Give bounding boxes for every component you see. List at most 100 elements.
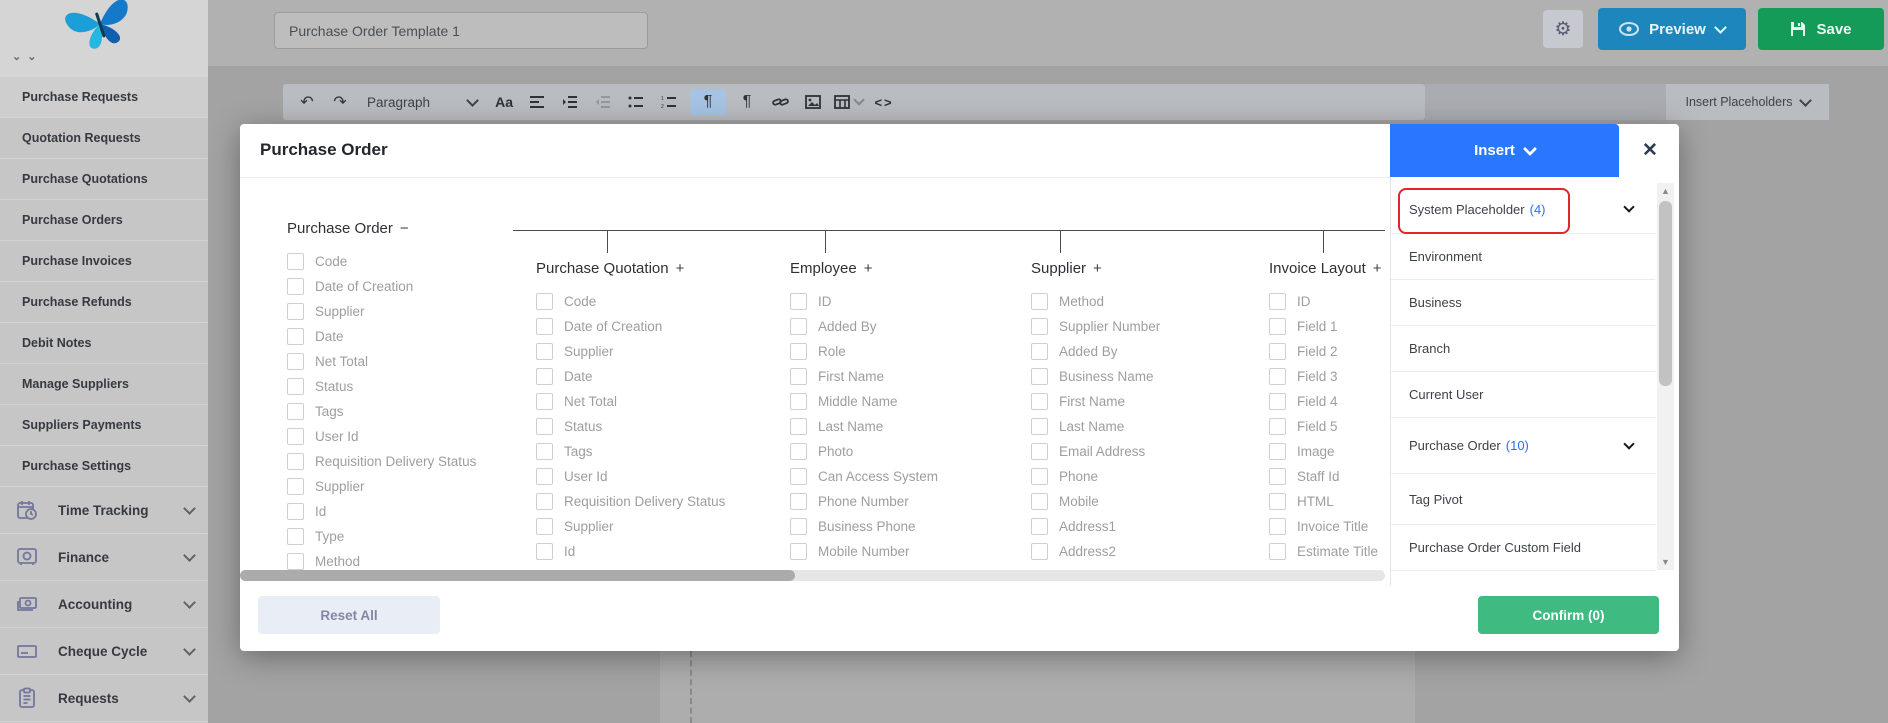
field-checkbox[interactable]: [790, 493, 807, 510]
panel-item-purchase-order-custom-field[interactable]: Purchase Order Custom Field: [1391, 525, 1655, 571]
field-checkbox[interactable]: [1269, 343, 1286, 360]
tree-column-heading[interactable]: Supplier+: [1031, 260, 1160, 277]
sidebar-group-requests[interactable]: Requests: [0, 675, 208, 722]
sidebar-item-debit-notes[interactable]: Debit Notes: [0, 323, 208, 364]
sidebar-item-purchase-settings[interactable]: Purchase Settings: [0, 446, 208, 487]
panel-item-purchase-order[interactable]: Purchase Order(10): [1391, 418, 1655, 474]
field-checkbox[interactable]: [790, 468, 807, 485]
reset-all-button[interactable]: Reset All: [258, 596, 440, 634]
field-checkbox[interactable]: [1031, 418, 1048, 435]
field-checkbox[interactable]: [287, 503, 304, 520]
insert-placeholders-button[interactable]: Insert Placeholders: [1666, 84, 1829, 120]
field-checkbox[interactable]: [1269, 318, 1286, 335]
field-checkbox[interactable]: [1031, 543, 1048, 560]
sidebar-group-finance[interactable]: Finance: [0, 534, 208, 581]
field-checkbox[interactable]: [1031, 393, 1048, 410]
toggle-icon[interactable]: +: [1373, 260, 1382, 277]
tree-column-heading[interactable]: Purchase Order−: [287, 220, 476, 237]
settings-button[interactable]: ⚙: [1543, 10, 1583, 48]
outdent-icon[interactable]: [591, 89, 615, 115]
sidebar-group-accounting[interactable]: Accounting: [0, 581, 208, 628]
panel-item-environment[interactable]: Environment: [1391, 234, 1655, 280]
field-checkbox[interactable]: [287, 253, 304, 270]
vertical-scrollbar-thumb[interactable]: [1659, 201, 1672, 386]
sidebar-item-purchase-orders[interactable]: Purchase Orders: [0, 200, 208, 241]
panel-item-system-placeholder[interactable]: System Placeholder(4): [1391, 185, 1655, 234]
field-checkbox[interactable]: [287, 353, 304, 370]
field-checkbox[interactable]: [536, 443, 553, 460]
field-checkbox[interactable]: [287, 328, 304, 345]
field-checkbox[interactable]: [1031, 368, 1048, 385]
field-checkbox[interactable]: [536, 393, 553, 410]
scroll-up-icon[interactable]: ▲: [1657, 183, 1674, 199]
code-icon[interactable]: <>: [872, 89, 896, 115]
field-checkbox[interactable]: [790, 418, 807, 435]
save-button[interactable]: Save: [1758, 8, 1884, 50]
field-checkbox[interactable]: [1031, 468, 1048, 485]
tree-column-heading[interactable]: Purchase Quotation+: [536, 260, 725, 277]
field-checkbox[interactable]: [1031, 293, 1048, 310]
field-checkbox[interactable]: [287, 303, 304, 320]
vertical-scrollbar[interactable]: ▲ ▼: [1657, 183, 1674, 570]
field-checkbox[interactable]: [1269, 443, 1286, 460]
field-checkbox[interactable]: [536, 368, 553, 385]
pilcrow-icon[interactable]: ¶: [735, 89, 759, 115]
template-name-input[interactable]: [274, 12, 648, 49]
sidebar-item-quotation-requests[interactable]: Quotation Requests: [0, 118, 208, 159]
field-checkbox[interactable]: [287, 378, 304, 395]
sidebar-item-purchase-invoices[interactable]: Purchase Invoices: [0, 241, 208, 282]
field-checkbox[interactable]: [536, 468, 553, 485]
sidebar-collapse-icons[interactable]: ⌄⌄: [12, 50, 42, 63]
field-checkbox[interactable]: [536, 343, 553, 360]
field-checkbox[interactable]: [287, 403, 304, 420]
image-icon[interactable]: [801, 89, 825, 115]
toggle-icon[interactable]: −: [400, 220, 409, 237]
field-checkbox[interactable]: [1269, 293, 1286, 310]
horizontal-scrollbar[interactable]: [240, 570, 1385, 581]
field-checkbox[interactable]: [536, 318, 553, 335]
field-checkbox[interactable]: [287, 478, 304, 495]
field-checkbox[interactable]: [536, 418, 553, 435]
field-checkbox[interactable]: [536, 543, 553, 560]
field-checkbox[interactable]: [287, 528, 304, 545]
paragraph-style-dropdown[interactable]: Paragraph: [361, 95, 483, 110]
redo-icon[interactable]: ↷: [328, 89, 352, 115]
sidebar-item-purchase-requests[interactable]: Purchase Requests: [0, 77, 208, 118]
field-checkbox[interactable]: [1269, 468, 1286, 485]
field-checkbox[interactable]: [536, 493, 553, 510]
field-checkbox[interactable]: [1269, 518, 1286, 535]
field-checkbox[interactable]: [536, 293, 553, 310]
field-checkbox[interactable]: [1269, 368, 1286, 385]
field-checkbox[interactable]: [1269, 493, 1286, 510]
sidebar-group-cheque-cycle[interactable]: Cheque Cycle: [0, 628, 208, 675]
field-checkbox[interactable]: [1031, 343, 1048, 360]
field-checkbox[interactable]: [790, 518, 807, 535]
field-checkbox[interactable]: [790, 293, 807, 310]
confirm-button[interactable]: Confirm (0): [1478, 596, 1659, 634]
panel-item-current-user[interactable]: Current User: [1391, 372, 1655, 418]
field-checkbox[interactable]: [790, 393, 807, 410]
toggle-icon[interactable]: +: [676, 260, 685, 277]
panel-item-tag-pivot[interactable]: Tag Pivot: [1391, 474, 1655, 525]
field-checkbox[interactable]: [287, 453, 304, 470]
tree-column-heading[interactable]: Employee+: [790, 260, 938, 277]
paragraph-rtl-icon[interactable]: ¶: [690, 89, 726, 115]
link-icon[interactable]: [768, 89, 792, 115]
table-icon[interactable]: [834, 89, 863, 115]
toggle-icon[interactable]: +: [1093, 260, 1102, 277]
panel-item-branch[interactable]: Branch: [1391, 326, 1655, 372]
panel-item-business[interactable]: Business: [1391, 280, 1655, 326]
field-checkbox[interactable]: [790, 318, 807, 335]
bullet-list-icon[interactable]: [624, 89, 648, 115]
sidebar-group-time-tracking[interactable]: Time Tracking: [0, 487, 208, 534]
ordered-list-icon[interactable]: 12: [657, 89, 681, 115]
tree-column-heading[interactable]: Invoice Layout+: [1269, 260, 1390, 277]
field-checkbox[interactable]: [287, 278, 304, 295]
sidebar-item-manage-suppliers[interactable]: Manage Suppliers: [0, 364, 208, 405]
field-checkbox[interactable]: [790, 543, 807, 560]
scroll-down-icon[interactable]: ▼: [1657, 554, 1674, 570]
align-left-icon[interactable]: [525, 89, 549, 115]
font-size-icon[interactable]: Aa: [492, 89, 516, 115]
field-checkbox[interactable]: [790, 343, 807, 360]
field-checkbox[interactable]: [1031, 443, 1048, 460]
